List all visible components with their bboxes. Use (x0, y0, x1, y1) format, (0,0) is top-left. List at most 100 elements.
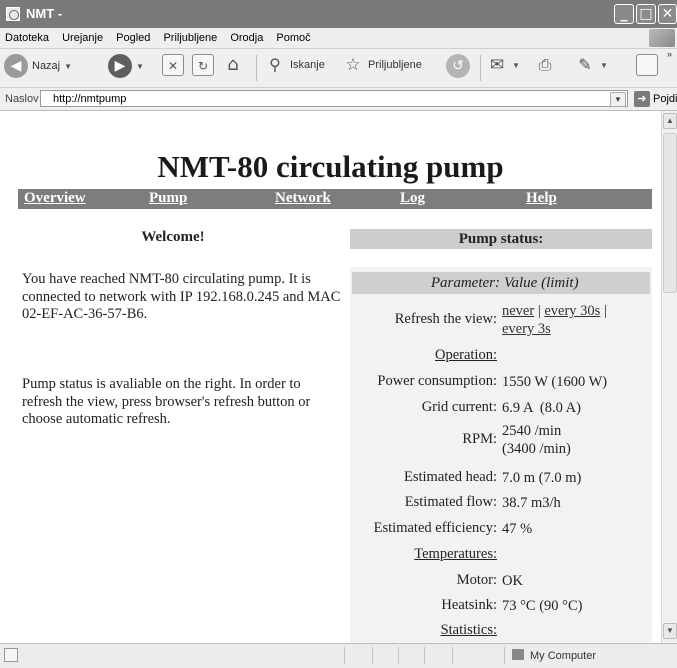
print-button[interactable]: ⎙ (534, 54, 556, 76)
close-button[interactable]: ✕ (658, 4, 677, 24)
browser-window: NMT - _ □ ✕ Datoteka Urejanje Pogled Pri… (0, 0, 677, 668)
back-arrow-icon: ◀ (4, 54, 28, 78)
efficiency-value: 47 % (502, 521, 533, 537)
menu-pogled[interactable]: Pogled (111, 28, 155, 44)
back-dropdown-icon[interactable]: ▼ (64, 62, 72, 71)
nav-overview[interactable]: Overview (24, 190, 86, 207)
browser-icon (6, 7, 20, 21)
value-column-header: Value (limit) (504, 275, 579, 291)
toolbar: ◀ Nazaj ▼ ▶ ▼ ✕ ↻ ⌂ ⚲ Iskanje ☆ Priljubl… (0, 49, 677, 88)
computer-icon (512, 649, 524, 660)
intro-paragraph: You have reached NMT-80 circulating pump… (22, 271, 341, 322)
printer-icon: ⎙ (538, 55, 552, 74)
nav-log[interactable]: Log (400, 190, 425, 207)
search-icon: ⚲ (269, 55, 281, 74)
parameter-column-header: Parameter: (430, 275, 500, 291)
welcome-heading: Welcome! (141, 229, 205, 245)
minimize-button[interactable]: _ (614, 4, 634, 24)
nav-pump[interactable]: Pump (149, 190, 187, 207)
star-icon: ☆ (345, 55, 361, 75)
forward-arrow-icon: ▶ (108, 54, 132, 78)
maximize-button[interactable]: □ (636, 4, 656, 24)
grid-current-label: Grid current: (421, 399, 497, 415)
power-label: Power consumption: (377, 373, 497, 389)
pump-status-heading: Pump status: (350, 229, 652, 249)
nav-network[interactable]: Network (275, 190, 331, 207)
heatsink-label: Heatsink: (441, 597, 497, 613)
mail-icon: ✉ (489, 55, 505, 75)
home-button[interactable]: ⌂ (222, 54, 244, 76)
go-button[interactable]: Pojdi (653, 93, 677, 105)
security-zone-label: My Computer (530, 650, 597, 662)
search-button[interactable]: ⚲ Iskanje (264, 54, 325, 76)
refresh-icon: ↻ (192, 54, 214, 76)
favorites-label: Priljubljene (368, 59, 422, 71)
toolbar-separator (256, 55, 257, 81)
page-title: NMT-80 circulating pump (157, 149, 504, 184)
nav-bar: Overview Pump Network Log Help (18, 189, 652, 209)
back-button[interactable]: ◀ Nazaj ▼ (4, 54, 72, 78)
edit-icon: ✎ (578, 55, 592, 74)
page-content: NMT-80 circulating pump Overview Pump Ne… (0, 111, 661, 643)
vertical-scrollbar[interactable]: ▲ ▼ (661, 111, 677, 643)
refresh-button[interactable]: ↻ (192, 54, 214, 76)
toolbar-separator (480, 55, 481, 81)
refresh-never-link[interactable]: never (502, 303, 534, 319)
address-bar: Naslov http://nmtpump ▼ ➜ Pojdi (0, 88, 677, 111)
home-icon: ⌂ (227, 54, 239, 75)
status-bar: My Computer (0, 643, 677, 668)
head-label: Estimated head: (403, 469, 497, 485)
page-icon (4, 648, 18, 662)
menu-pomoc[interactable]: Pomoč (271, 28, 315, 44)
statistics-section: Statistics: (440, 622, 497, 638)
toolbar-overflow-icon[interactable]: » (667, 49, 672, 59)
address-url[interactable]: http://nmtpump (53, 93, 126, 105)
stop-button[interactable]: ✕ (162, 54, 184, 76)
go-arrow-icon[interactable]: ➜ (634, 91, 650, 107)
search-label: Iskanje (290, 59, 325, 71)
head-value: 7.0 m (7.0 m) (502, 470, 582, 486)
history-button[interactable]: ↺ (446, 54, 470, 78)
efficiency-label: Estimated efficiency: (373, 520, 497, 536)
refresh-3s-link[interactable]: every 3s (502, 321, 551, 337)
status-segment (398, 647, 399, 664)
menu-urejanje[interactable]: Urejanje (57, 28, 108, 44)
scroll-up-icon[interactable]: ▲ (663, 113, 677, 129)
mail-button[interactable]: ✉ ▼ (486, 54, 520, 76)
forward-dropdown-icon[interactable]: ▼ (136, 62, 144, 71)
motor-value: OK (502, 573, 523, 589)
window-title: NMT - (26, 6, 63, 21)
status-segment (372, 647, 373, 664)
grid-current-value: 6.9 A (8.0 A) (502, 400, 581, 416)
back-label: Nazaj (32, 60, 61, 72)
forward-button[interactable]: ▶ ▼ (108, 54, 144, 78)
temperatures-section: Temperatures: (414, 546, 497, 562)
status-info-paragraph: Pump status is avaliable on the right. I… (22, 376, 311, 427)
discuss-button[interactable] (636, 54, 658, 76)
menu-orodja[interactable]: Orodja (225, 28, 268, 44)
discuss-icon (636, 54, 658, 76)
rpm-limit: (3400 /min) (502, 441, 571, 457)
heatsink-value: 73 °C (90 °C) (502, 598, 583, 614)
status-segment (504, 647, 505, 664)
menu-priljubljene[interactable]: Priljubljene (158, 28, 222, 44)
menu-bar: Datoteka Urejanje Pogled Priljubljene Or… (0, 28, 677, 49)
status-segment (344, 647, 345, 664)
status-segment (424, 647, 425, 664)
nav-help[interactable]: Help (526, 190, 557, 207)
edit-button[interactable]: ✎ ▼ (574, 54, 608, 76)
menu-datoteka[interactable]: Datoteka (0, 28, 54, 44)
rpm-label: RPM: (462, 431, 497, 447)
mail-dropdown-icon[interactable]: ▼ (512, 61, 520, 70)
flow-label: Estimated flow: (404, 494, 497, 510)
refresh-label: Refresh the view: (394, 311, 497, 327)
refresh-30s-link[interactable]: every 30s (544, 303, 600, 319)
status-segment (452, 647, 453, 664)
address-input[interactable]: http://nmtpump ▼ (40, 90, 628, 107)
address-dropdown-icon[interactable]: ▼ (610, 92, 626, 107)
scroll-down-icon[interactable]: ▼ (663, 623, 677, 639)
favorites-button[interactable]: ☆ Priljubljene (342, 54, 422, 76)
scroll-thumb[interactable] (663, 133, 677, 293)
edit-dropdown-icon[interactable]: ▼ (600, 61, 608, 70)
power-value: 1550 W (1600 W) (502, 374, 608, 390)
